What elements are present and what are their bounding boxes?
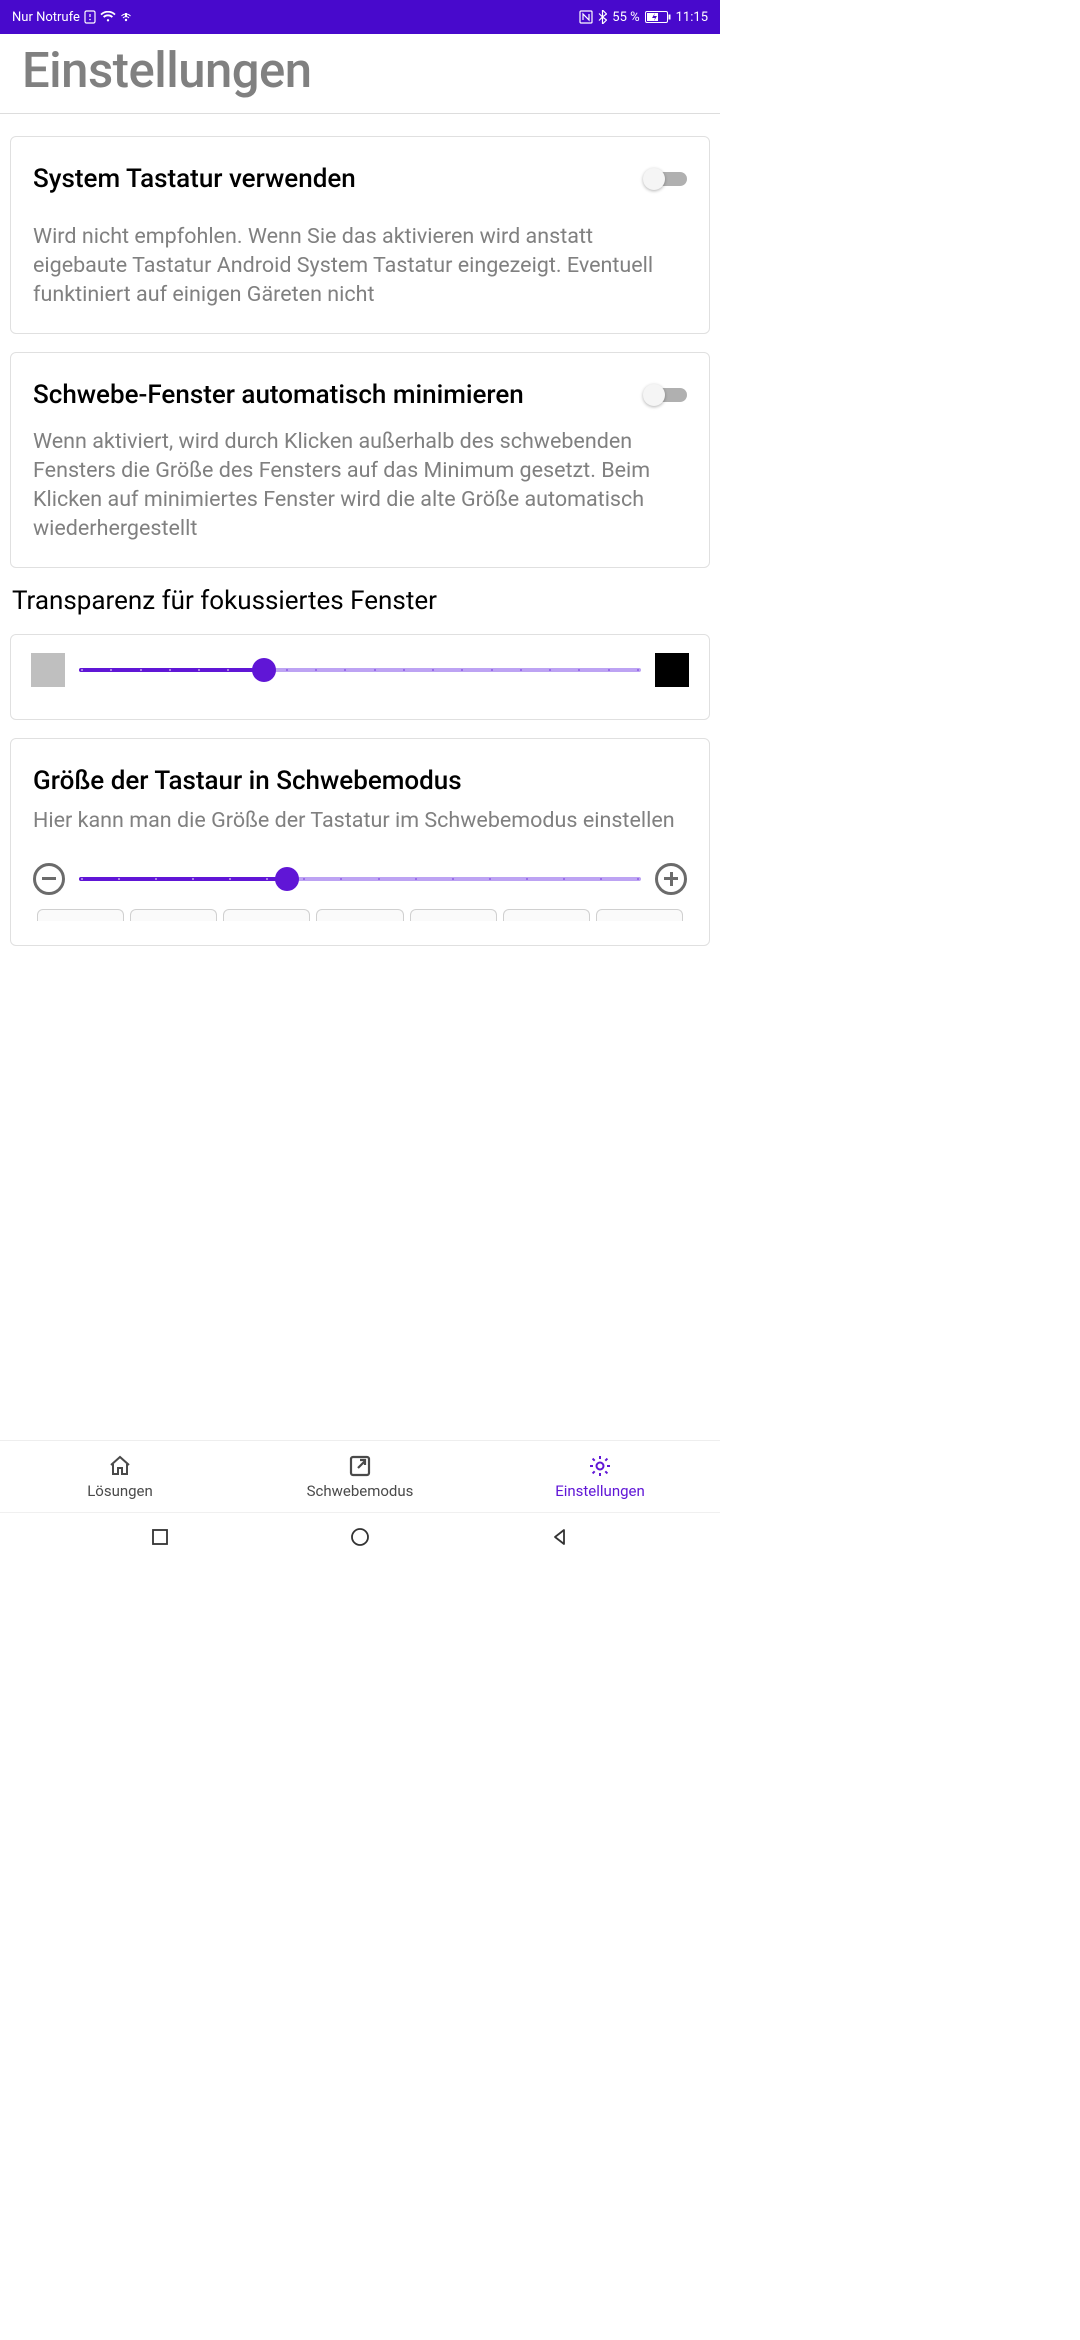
setting-auto-minimize: Schwebe-Fenster automatisch minimieren W…	[10, 352, 710, 569]
time-label: 11:15	[676, 10, 708, 25]
setting-description: Wenn aktiviert, wird durch Klicken außer…	[33, 427, 687, 543]
nav-back-button[interactable]	[549, 1526, 571, 1548]
setting-system-keyboard: System Tastatur verwenden Wird nicht emp…	[10, 136, 710, 334]
battery-icon	[645, 11, 671, 23]
bottom-tabbar: Lösungen Schwebemodus Einstellungen	[0, 1440, 720, 1512]
system-keyboard-toggle[interactable]	[643, 166, 687, 192]
setting-row: System Tastatur verwenden	[33, 163, 687, 196]
transparency-label: Transparenz für fokussiertes Fenster	[10, 586, 710, 616]
setting-title: Schwebe-Fenster automatisch minimieren	[33, 379, 631, 412]
auto-minimize-toggle[interactable]	[643, 382, 687, 408]
network-label: Nur Notrufe	[12, 10, 80, 25]
external-icon	[347, 1453, 373, 1479]
gear-icon	[587, 1453, 613, 1479]
tab-label: Lösungen	[87, 1482, 153, 1500]
transparency-slider[interactable]	[79, 658, 641, 682]
bluetooth-icon	[598, 10, 607, 24]
hotspot-icon	[120, 11, 132, 23]
battery-label: 55 %	[612, 10, 639, 25]
nfc-icon	[579, 10, 593, 24]
keyboard-size-slider-row	[33, 863, 687, 895]
key-preview	[410, 909, 497, 921]
transparency-slider-row	[31, 653, 689, 687]
sim-warning-icon	[84, 10, 96, 24]
nav-home-button[interactable]	[349, 1526, 371, 1548]
setting-row: Schwebe-Fenster automatisch minimieren	[33, 379, 687, 412]
status-right: 55 % 11:15	[579, 10, 708, 25]
key-preview	[223, 909, 310, 921]
status-left: Nur Notrufe	[12, 10, 132, 25]
key-preview	[37, 909, 124, 921]
status-bar: Nur Notrufe 55 % 11:15	[0, 0, 720, 34]
transparency-min-swatch	[31, 653, 65, 687]
tab-settings[interactable]: Einstellungen	[480, 1441, 720, 1512]
key-preview	[503, 909, 590, 921]
home-icon	[107, 1453, 133, 1479]
setting-transparency	[10, 634, 710, 720]
setting-keyboard-size: Größe der Tastaur in Schwebemodus Hier k…	[10, 738, 710, 946]
tab-label: Schwebemodus	[307, 1482, 414, 1500]
setting-title: System Tastatur verwenden	[33, 163, 631, 196]
setting-description: Wird nicht empfohlen. Wenn Sie das aktiv…	[33, 222, 687, 309]
setting-description: Hier kann man die Größe der Tastatur im …	[33, 806, 687, 835]
setting-title: Größe der Tastaur in Schwebemodus	[33, 765, 687, 798]
key-preview	[596, 909, 683, 921]
key-preview	[316, 909, 403, 921]
system-navbar	[0, 1512, 720, 1560]
keyboard-preview	[33, 909, 687, 921]
page-title: Einstellungen	[22, 42, 698, 99]
keyboard-size-slider[interactable]	[79, 867, 641, 891]
decrease-button[interactable]	[33, 863, 65, 895]
wifi-icon	[100, 11, 116, 23]
tab-solutions[interactable]: Lösungen	[0, 1441, 240, 1512]
tab-label: Einstellungen	[555, 1482, 645, 1500]
tab-floating-mode[interactable]: Schwebemodus	[240, 1441, 480, 1512]
transparency-max-swatch	[655, 653, 689, 687]
app-header: Einstellungen	[0, 34, 720, 114]
increase-button[interactable]	[655, 863, 687, 895]
key-preview	[130, 909, 217, 921]
nav-recent-button[interactable]	[149, 1526, 171, 1548]
settings-content[interactable]: System Tastatur verwenden Wird nicht emp…	[0, 114, 720, 1440]
